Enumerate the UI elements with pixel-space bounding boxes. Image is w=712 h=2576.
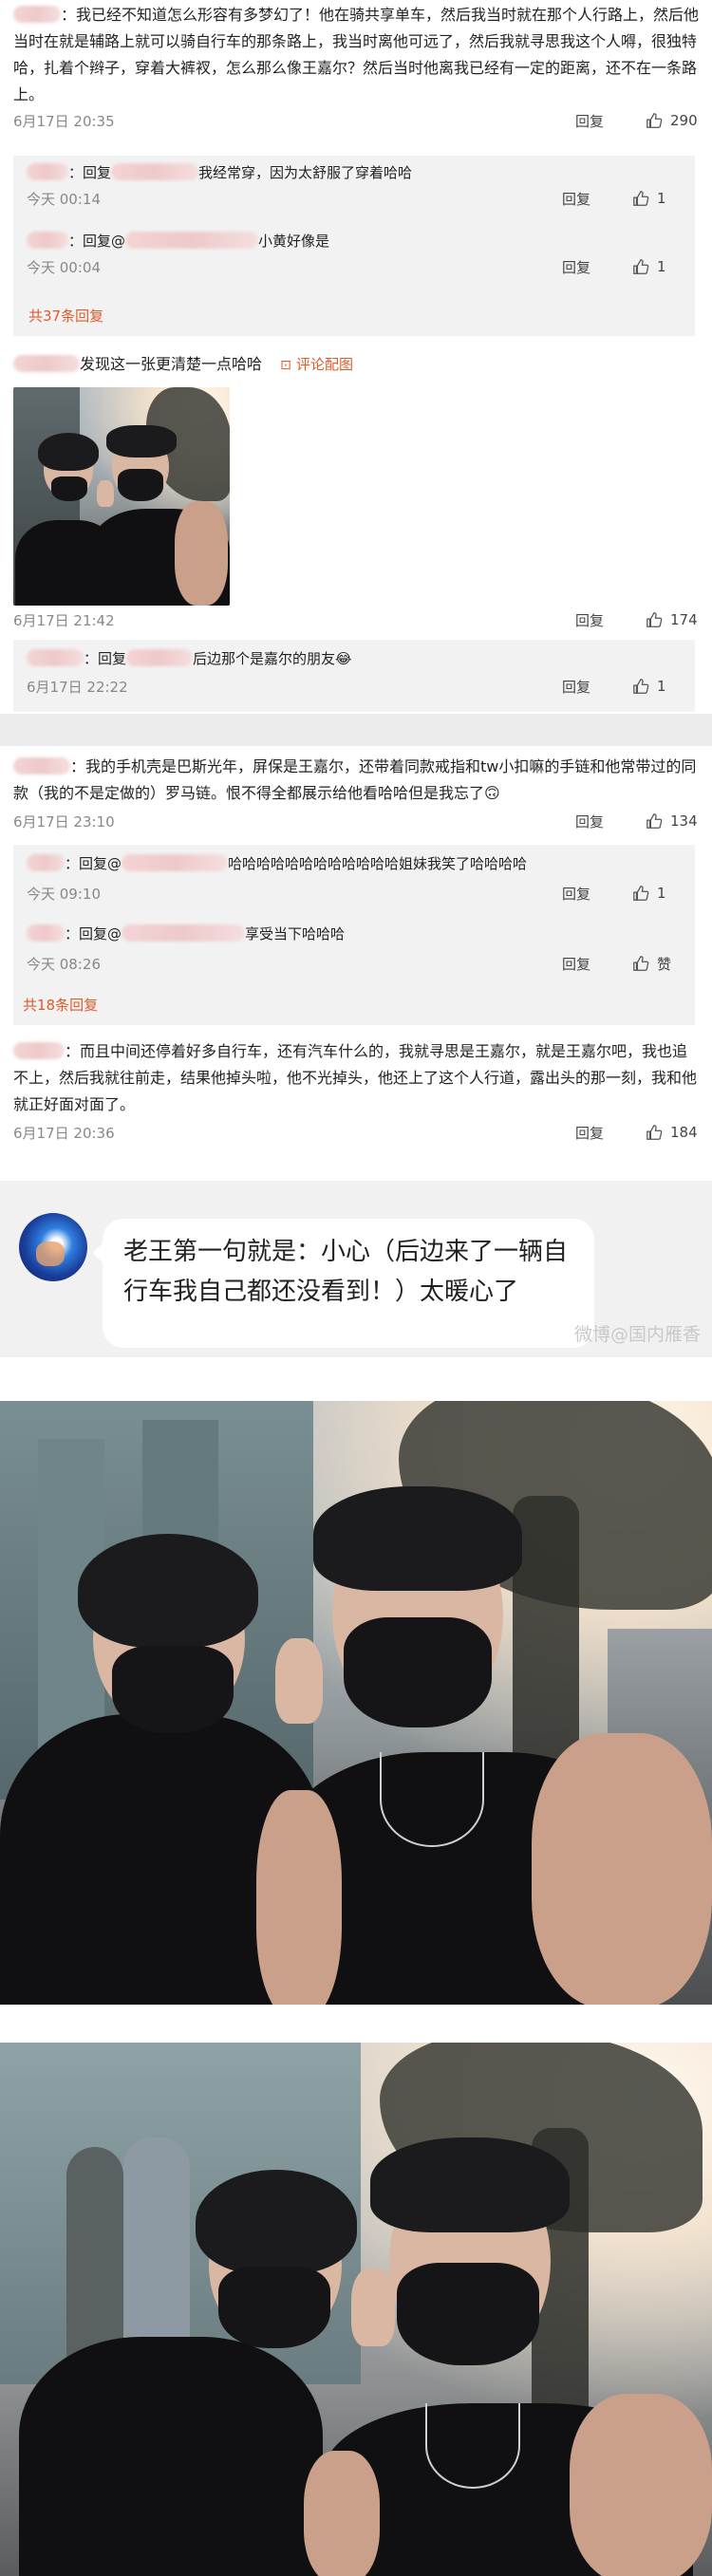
username-blurred[interactable] <box>27 924 65 942</box>
reply-button[interactable]: 回复 <box>575 111 604 131</box>
reply-button[interactable]: 回复 <box>562 189 590 209</box>
thumbs-up-icon <box>633 679 649 694</box>
sub-reply-1-1: ：回复 我经常穿，因为太舒服了穿着哈哈 今天 00:14 回复 1 <box>27 161 685 211</box>
username-blurred[interactable] <box>27 649 84 666</box>
comment-meta: 6月17日 21:42 回复 174 <box>13 607 699 632</box>
thumbs-up-icon <box>633 886 649 901</box>
like-button[interactable]: 184 <box>646 1124 699 1141</box>
comment-text: ：我已经不知道怎么形容有多梦幻了！他在骑共享单车，然后我当时就在那个人行路上，然… <box>13 6 700 103</box>
comment-time: 6月17日 20:35 <box>13 112 115 130</box>
sub-reply-3-2: ：回复@ 享受当下哈哈哈 今天 08:26 回复 赞 <box>27 923 685 976</box>
like-count: 1 <box>657 258 666 275</box>
username-blurred[interactable] <box>122 924 246 942</box>
comment-time: 6月17日 21:42 <box>13 611 115 629</box>
username-blurred[interactable] <box>27 232 68 249</box>
comment-meta: 6月17日 20:35 回复 290 <box>13 108 699 133</box>
sub-reply-time: 今天 09:10 <box>27 885 101 903</box>
sub-reply-2-1: ：回复 后边那个是嘉尔的朋友😂 6月17日 22:22 回复 1 <box>27 647 685 699</box>
like-button[interactable]: 290 <box>646 112 699 129</box>
like-count: 174 <box>670 611 698 628</box>
like-button[interactable]: 1 <box>632 885 685 902</box>
like-button[interactable]: 1 <box>632 678 685 695</box>
like-count: 1 <box>657 190 666 207</box>
reply-button[interactable]: 回复 <box>575 812 604 831</box>
comment-1: ：我已经不知道怎么形容有多梦幻了！他在骑共享单车，然后我当时就在那个人行路上，然… <box>0 2 712 133</box>
reply-button[interactable]: 回复 <box>575 1123 604 1143</box>
selfie-photo-2[interactable] <box>0 2043 712 2576</box>
comment-meta: 6月17日 20:36 回复 184 <box>13 1120 699 1145</box>
more-replies-link[interactable]: 共37条回复 <box>28 306 103 326</box>
comment-text: 发现这一张更清楚一点哈哈 <box>80 355 263 373</box>
username-blurred[interactable] <box>13 355 80 372</box>
sub-reply-1-2: ：回复@ 小黄好像是 今天 00:04 回复 1 <box>27 230 685 279</box>
weibo-watermark: 微博@国内雁香 <box>573 1324 701 1345</box>
like-count: 290 <box>670 112 698 129</box>
avatar[interactable] <box>19 1213 87 1281</box>
chat-message-panel: 老王第一句就是：小心（后边来了一辆自行车我自己都还没看到！）太暖心了 微博@国内… <box>0 1181 712 1357</box>
section-separator <box>0 714 712 746</box>
username-blurred[interactable] <box>27 854 65 871</box>
username-blurred[interactable] <box>13 1042 65 1059</box>
comment-time: 6月17日 23:10 <box>13 812 115 831</box>
reply-button[interactable]: 回复 <box>575 610 604 630</box>
sub-reply-3-1: ：回复@ 哈哈哈哈哈哈哈哈哈哈哈哈姐妹我笑了哈哈哈哈 今天 09:10 回复 1 <box>27 852 685 905</box>
selfie-photo-1[interactable] <box>0 1401 712 2005</box>
username-blurred[interactable] <box>122 854 229 871</box>
thumbs-up-icon <box>633 259 649 274</box>
thumbs-up-icon <box>633 956 649 971</box>
username-blurred[interactable] <box>111 163 199 180</box>
section-separator <box>0 1357 712 1401</box>
like-button[interactable]: 174 <box>646 611 699 628</box>
sub-reply-text: 后边那个是嘉尔的朋友😂 <box>193 650 352 667</box>
sub-reply-time: 今天 08:26 <box>27 955 101 973</box>
comment-2: 发现这一张更清楚一点哈哈 ⊡ 评论配图 <box>0 351 712 379</box>
like-count: 1 <box>657 678 666 695</box>
comment-meta: 6月17日 23:10 回复 134 <box>13 809 699 833</box>
username-blurred[interactable] <box>13 757 70 775</box>
sub-reply-time: 今天 00:04 <box>27 258 101 276</box>
like-button[interactable]: 赞 <box>632 954 685 974</box>
comment-text: ：而且中间还停着好多自行车，还有汽车什么的，我就寻思是王嘉尔，就是王嘉尔吧，我也… <box>13 1042 698 1113</box>
sub-reply-text: 哈哈哈哈哈哈哈哈哈哈哈哈姐妹我笑了哈哈哈哈 <box>228 855 528 872</box>
comment-4: ：而且中间还停着好多自行车，还有汽车什么的，我就寻思是王嘉尔，就是王嘉尔吧，我也… <box>0 1038 712 1145</box>
thumbs-up-icon <box>646 1125 663 1140</box>
username-blurred[interactable] <box>13 6 61 23</box>
sub-reply-text: 我经常穿，因为太舒服了穿着哈哈 <box>198 164 413 181</box>
like-count: 1 <box>657 885 666 902</box>
section-separator <box>0 2005 712 2043</box>
comment-text: ：我的手机壳是巴斯光年，屏保是王嘉尔，还带着同款戒指和tw小扣嘛的手链和他常带过… <box>13 757 697 802</box>
sub-reply-text: 小黄好像是 <box>258 233 330 250</box>
like-count: 赞 <box>657 955 672 973</box>
comment-image-link[interactable]: 评论配图 <box>296 356 353 373</box>
sub-reply-time: 今天 00:14 <box>27 190 101 208</box>
more-replies-link[interactable]: 共18条回复 <box>23 995 98 1015</box>
comment-3: ：我的手机壳是巴斯光年，屏保是王嘉尔，还带着同款戒指和tw小扣嘛的手链和他常带过… <box>0 754 712 833</box>
chat-bubble-text: 老王第一句就是：小心（后边来了一辆自行车我自己都还没看到！）太暖心了 <box>123 1238 569 1306</box>
like-button[interactable]: 1 <box>632 190 685 207</box>
username-blurred[interactable] <box>27 163 68 180</box>
chat-bubble: 老王第一句就是：小心（后边来了一辆自行车我自己都还没看到！）太暖心了 <box>93 1219 594 1348</box>
reply-button[interactable]: 回复 <box>562 884 590 904</box>
reply-button[interactable]: 回复 <box>562 257 590 277</box>
username-blurred[interactable] <box>126 649 194 666</box>
thumbs-up-icon <box>646 113 663 128</box>
like-count: 134 <box>670 812 698 830</box>
thumbs-up-icon <box>633 191 649 206</box>
reply-button[interactable]: 回复 <box>562 677 590 697</box>
comment-time: 6月17日 20:36 <box>13 1124 115 1142</box>
thumbs-up-icon <box>646 813 663 829</box>
image-icon: ⊡ <box>280 358 291 373</box>
username-blurred[interactable] <box>125 232 259 249</box>
reply-button[interactable]: 回复 <box>562 954 590 974</box>
like-button[interactable]: 1 <box>632 258 685 275</box>
sub-reply-time: 6月17日 22:22 <box>27 678 128 696</box>
thumbs-up-icon <box>646 612 663 627</box>
comment-thumbnail-image[interactable] <box>13 387 230 606</box>
like-button[interactable]: 134 <box>646 812 699 830</box>
sub-reply-text: 享受当下哈哈哈 <box>245 925 346 943</box>
like-count: 184 <box>670 1124 698 1141</box>
